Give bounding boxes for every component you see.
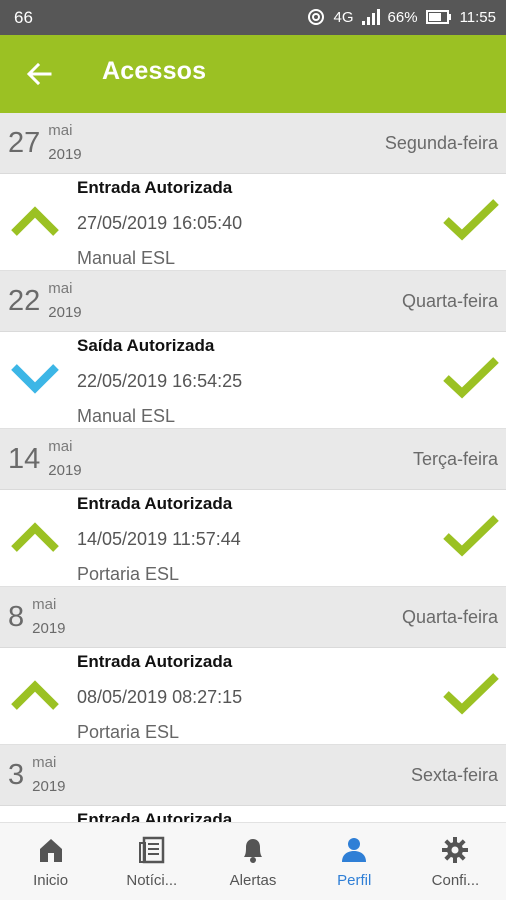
date-weekday: Sexta-feira (410, 765, 498, 785)
date-header: 27 mai 2019 Segunda-feira (0, 113, 506, 174)
tab-bell[interactable]: Alertas (202, 823, 303, 900)
exit-arrow-down-icon (11, 364, 59, 394)
entry-title: Saída Autorizada (77, 336, 215, 355)
date-weekday: Quarta-feira (401, 291, 498, 311)
entry-datetime: 22/05/2019 16:54:25 (77, 371, 243, 391)
access-entry[interactable]: Entrada Autorizada 08/05/2019 08:27:15 Por… (0, 648, 506, 745)
tab-label: Inicio (33, 872, 69, 889)
network-type: 4G (333, 8, 354, 26)
date-year: 2019 (32, 778, 66, 795)
battery-percent: 66% (387, 8, 418, 26)
entry-location: Portaria ESL (77, 564, 180, 584)
date-weekday: Segunda-feira (384, 133, 498, 153)
check-icon (443, 673, 499, 715)
tab-label: Confi... (431, 872, 480, 889)
date-year: 2019 (48, 304, 82, 321)
entry-datetime: 14/05/2019 11:57:44 (77, 529, 241, 549)
date-month: mai (32, 596, 57, 613)
check-icon (443, 199, 499, 241)
entry-arrow-up-icon (11, 206, 59, 236)
status-right-group: 4G 66% 11:55 (306, 7, 496, 27)
date-header: 3 mai 2019 Sexta-feira (0, 745, 506, 806)
date-month: mai (48, 438, 73, 455)
date-month: mai (32, 754, 57, 771)
entry-location: Manual ESL (77, 406, 176, 426)
entry-datetime: 27/05/2019 16:05:40 (77, 213, 243, 233)
date-weekday: Terça-feira (412, 449, 498, 469)
access-entry[interactable]: Entrada Autorizada (0, 806, 506, 822)
sync-icon (307, 9, 324, 25)
check-icon (443, 515, 499, 557)
entry-title: Entrada Autorizada (77, 810, 233, 822)
entry-title: Entrada Autorizada (77, 494, 233, 513)
entry-location: Manual ESL (77, 248, 176, 268)
access-entry[interactable]: Saída Autorizada 22/05/2019 16:54:25 Manua… (0, 332, 506, 429)
tab-newspaper[interactable]: Notíci... (101, 823, 202, 900)
access-list[interactable]: 27 mai 2019 Segunda-feira Entrada Autorizada… (0, 113, 506, 822)
tab-label: Notíci... (126, 872, 178, 889)
bottom-tab-bar: Inicio Notíci... Alertas Perfil Confi... (0, 822, 506, 900)
entry-datetime: 08/05/2019 08:27:15 (77, 687, 243, 707)
clock: 11:55 (459, 8, 496, 26)
battery-icon (425, 10, 451, 24)
date-day: 8 (8, 601, 25, 633)
date-month: mai (48, 122, 73, 139)
tab-label: Alertas (229, 872, 277, 889)
date-year: 2019 (48, 146, 82, 163)
bell-icon (244, 839, 262, 863)
status-notification-count: 66 (14, 8, 33, 27)
date-weekday: Quarta-feira (401, 607, 498, 627)
status-bar: 66 4G 66% 11:55 (0, 0, 506, 35)
tab-home[interactable]: Inicio (0, 823, 101, 900)
newspaper-icon (138, 836, 165, 864)
entry-location: Portaria ESL (77, 722, 180, 742)
tab-gear[interactable]: Confi... (405, 823, 506, 900)
check-icon (443, 357, 499, 399)
access-entry[interactable]: Entrada Autorizada 14/05/2019 11:57:44 Por… (0, 490, 506, 587)
arrow-left-icon[interactable] (24, 59, 54, 89)
date-day: 27 (8, 127, 41, 159)
signal-icon (361, 9, 380, 25)
home-icon (39, 839, 62, 862)
entry-title: Entrada Autorizada (77, 652, 233, 671)
date-day: 3 (8, 759, 25, 791)
tab-label: Perfil (337, 872, 372, 889)
date-year: 2019 (32, 620, 66, 637)
date-header: 8 mai 2019 Quarta-feira (0, 587, 506, 648)
entry-title: Entrada Autorizada (77, 178, 233, 197)
tab-person[interactable]: Perfil (304, 823, 405, 900)
date-day: 14 (8, 443, 41, 475)
date-header: 22 mai 2019 Quarta-feira (0, 271, 506, 332)
app-bar: Acessos (0, 35, 506, 113)
entry-arrow-up-icon (11, 680, 59, 710)
access-entry[interactable]: Entrada Autorizada 27/05/2019 16:05:40 Man… (0, 174, 506, 271)
entry-arrow-up-icon (11, 522, 59, 552)
date-month: mai (48, 280, 73, 297)
date-year: 2019 (48, 462, 82, 479)
person-icon (342, 838, 367, 862)
date-header: 14 mai 2019 Terça-feira (0, 429, 506, 490)
page-title: Acessos (102, 57, 207, 85)
date-day: 22 (8, 285, 41, 317)
gear-icon (442, 837, 469, 863)
